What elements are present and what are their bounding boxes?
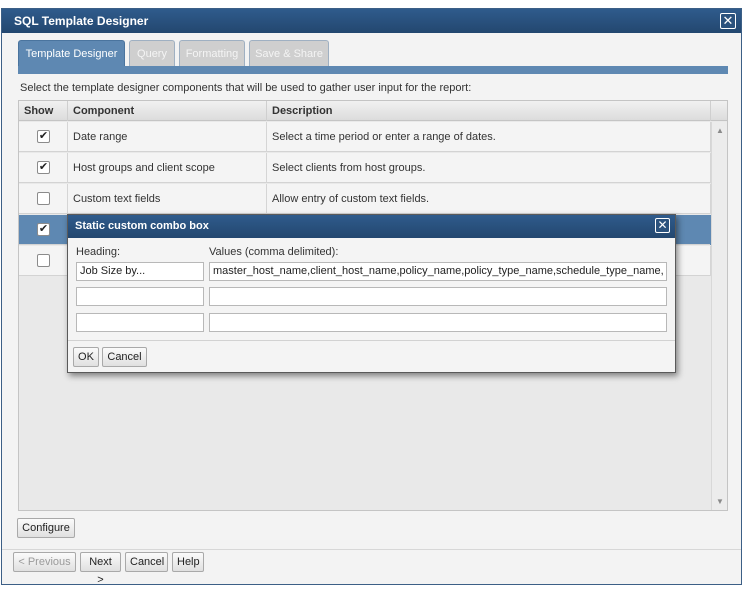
dialog-close-icon[interactable]: ✕	[655, 218, 670, 233]
show-cell: ✔	[19, 122, 68, 152]
heading-input[interactable]	[76, 313, 204, 332]
column-header-component[interactable]: Component	[68, 101, 267, 121]
grid-scrollbar[interactable]: ▲ ▼	[711, 122, 727, 510]
configure-button[interactable]: Configure	[17, 518, 75, 538]
values-input[interactable]: master_host_name,client_host_name,policy…	[209, 262, 667, 281]
heading-label: Heading:	[76, 246, 121, 258]
component-cell: Custom text fields	[68, 184, 267, 214]
table-row[interactable]: ✔ Date range Select a time period or ent…	[19, 122, 711, 152]
ok-button[interactable]: OK	[73, 347, 99, 367]
tab-underline	[18, 66, 728, 74]
previous-button[interactable]: < Previous	[13, 552, 76, 572]
table-row[interactable]: ✔ Host groups and client scope Select cl…	[19, 153, 711, 183]
next-button[interactable]: Next >	[80, 552, 121, 586]
show-checkbox[interactable]: ✔	[37, 161, 50, 174]
values-input[interactable]	[209, 287, 667, 306]
static-combo-box-dialog: Static custom combo box ✕ Heading: Value…	[67, 214, 676, 373]
dialog-title: Static custom combo box	[68, 215, 675, 238]
component-cell: Date range	[68, 122, 267, 152]
column-header-show[interactable]: Show	[19, 101, 68, 121]
cancel-button[interactable]: Cancel	[125, 552, 168, 572]
tab-query[interactable]: Query	[129, 40, 175, 66]
footer-divider	[2, 549, 741, 550]
description-cell: Allow entry of custom text fields.	[267, 184, 711, 214]
description-cell: Select clients from host groups.	[267, 153, 711, 183]
window-titlebar: SQL Template Designer	[2, 9, 741, 33]
dialog-cancel-button[interactable]: Cancel	[102, 347, 147, 367]
dialog-divider	[68, 340, 675, 341]
intro-text: Select the template designer components …	[20, 82, 472, 94]
tab-formatting[interactable]: Formatting	[179, 40, 245, 66]
window-close-icon[interactable]: ✕	[720, 13, 736, 29]
scroll-up-icon[interactable]: ▲	[715, 126, 725, 135]
show-cell	[19, 246, 68, 276]
table-row[interactable]: Custom text fields Allow entry of custom…	[19, 184, 711, 214]
heading-input[interactable]: Job Size by...	[76, 262, 204, 281]
description-cell: Select a time period or enter a range of…	[267, 122, 711, 152]
scroll-down-icon[interactable]: ▼	[715, 497, 725, 506]
values-label: Values (comma delimited):	[209, 246, 339, 258]
tab-template-designer[interactable]: Template Designer	[18, 40, 125, 66]
column-header-description[interactable]: Description	[267, 101, 711, 121]
show-checkbox[interactable]	[37, 192, 50, 205]
values-input[interactable]	[209, 313, 667, 332]
show-checkbox[interactable]	[37, 254, 50, 267]
show-checkbox[interactable]: ✔	[37, 223, 50, 236]
help-button[interactable]: Help	[172, 552, 204, 572]
tab-save-share[interactable]: Save & Share	[249, 40, 329, 66]
show-cell	[19, 184, 68, 214]
heading-input[interactable]	[76, 287, 204, 306]
show-checkbox[interactable]: ✔	[37, 130, 50, 143]
show-cell: ✔	[19, 153, 68, 183]
component-cell: Host groups and client scope	[68, 153, 267, 183]
window-title: SQL Template Designer	[14, 14, 149, 28]
grid-header: Show Component Description	[19, 101, 727, 121]
show-cell: ✔	[19, 215, 68, 245]
